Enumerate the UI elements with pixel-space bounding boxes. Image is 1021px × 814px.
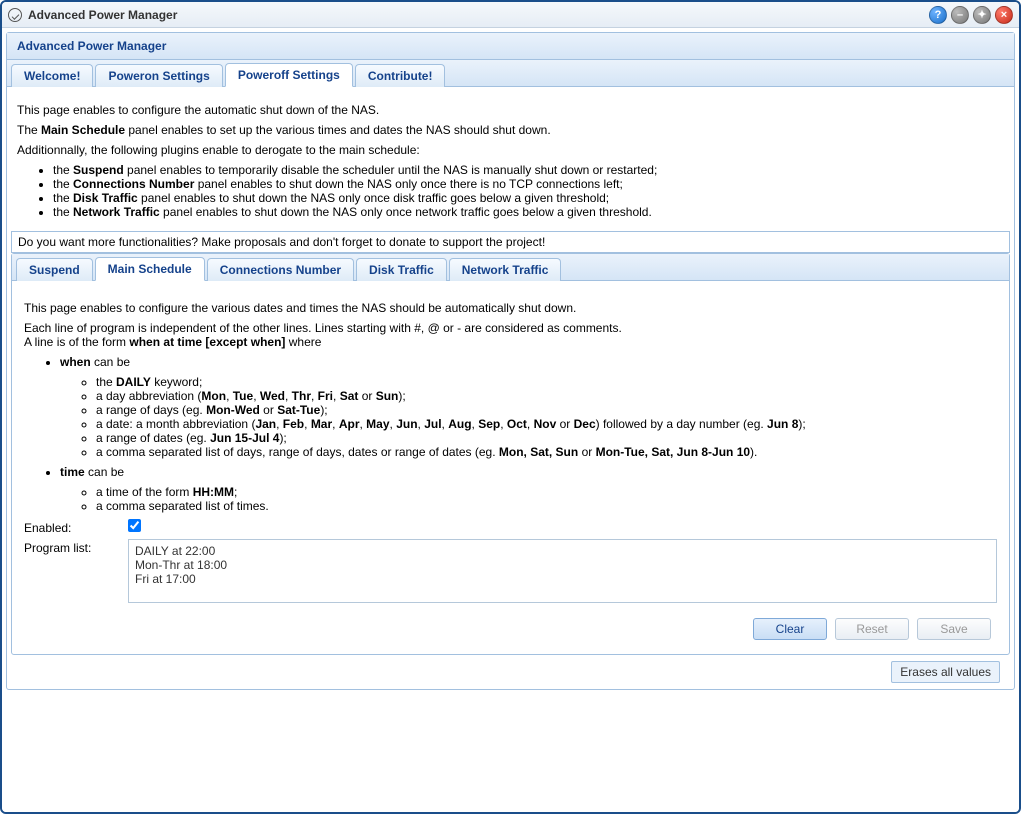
tab-welcome[interactable]: Welcome!: [11, 64, 93, 87]
intro-section: This page enables to configure the autom…: [7, 87, 1014, 231]
plugin-suspend: the Suspend panel enables to temporarily…: [53, 163, 1004, 177]
help-icon[interactable]: ?: [929, 6, 947, 24]
sub-tabstrip: Suspend Main Schedule Connections Number…: [12, 254, 1009, 281]
intro-p3: Additionnally, the following plugins ena…: [17, 143, 1004, 157]
enabled-checkbox[interactable]: [128, 519, 141, 532]
subtab-connections-number[interactable]: Connections Number: [207, 258, 354, 281]
sub-panel: Suspend Main Schedule Connections Number…: [11, 253, 1010, 655]
when-item: when can be the DAILY keyword; a day abb…: [60, 355, 997, 459]
tab-poweron-settings[interactable]: Poweron Settings: [95, 64, 222, 87]
close-icon[interactable]: ×: [995, 6, 1013, 24]
subtab-disk-traffic[interactable]: Disk Traffic: [356, 258, 447, 281]
intro-p2: The Main Schedule panel enables to set u…: [17, 123, 1004, 137]
syntax-list: when can be the DAILY keyword; a day abb…: [24, 355, 997, 513]
tab-contribute[interactable]: Contribute!: [355, 64, 446, 87]
maximize-icon[interactable]: ✦: [973, 6, 991, 24]
plugin-connections: the Connections Number panel enables to …: [53, 177, 1004, 191]
reset-button[interactable]: Reset: [835, 618, 909, 640]
subtab-suspend[interactable]: Suspend: [16, 258, 93, 281]
window-controls: ? – ✦ ×: [929, 6, 1013, 24]
time-item: time can be a time of the form HH:MM; a …: [60, 465, 997, 513]
schedule-p2: Each line of program is independent of t…: [24, 321, 997, 349]
subpanel-wrap: Suspend Main Schedule Connections Number…: [7, 253, 1014, 689]
tooltip: Erases all values: [891, 661, 1000, 683]
donate-bar: Do you want more functionalities? Make p…: [11, 231, 1010, 253]
minimize-icon[interactable]: –: [951, 6, 969, 24]
tooltip-area: Erases all values: [11, 655, 1010, 683]
main-panel: Advanced Power Manager Welcome! Poweron …: [6, 32, 1015, 690]
enabled-row: Enabled:: [24, 519, 997, 535]
app-window: Advanced Power Manager ? – ✦ × Advanced …: [0, 0, 1021, 814]
button-row: Clear Reset Save: [24, 610, 997, 646]
schedule-section: This page enables to configure the vario…: [12, 281, 1009, 654]
subtab-network-traffic[interactable]: Network Traffic: [449, 258, 562, 281]
tab-poweroff-settings[interactable]: Poweroff Settings: [225, 63, 353, 87]
intro-p1: This page enables to configure the autom…: [17, 103, 1004, 117]
app-icon: [8, 8, 22, 22]
program-row: Program list:: [24, 539, 997, 606]
plugin-network: the Network Traffic panel enables to shu…: [53, 205, 1004, 219]
panel-header: Advanced Power Manager: [7, 33, 1014, 60]
plugin-disk: the Disk Traffic panel enables to shut d…: [53, 191, 1004, 205]
window-title: Advanced Power Manager: [28, 8, 929, 22]
clear-button[interactable]: Clear: [753, 618, 827, 640]
program-label: Program list:: [24, 539, 128, 555]
titlebar: Advanced Power Manager ? – ✦ ×: [2, 2, 1019, 28]
subtab-main-schedule[interactable]: Main Schedule: [95, 257, 205, 281]
plugin-list: the Suspend panel enables to temporarily…: [17, 163, 1004, 219]
save-button[interactable]: Save: [917, 618, 991, 640]
enabled-label: Enabled:: [24, 519, 128, 535]
window-body: Advanced Power Manager Welcome! Poweron …: [2, 28, 1019, 812]
program-textarea[interactable]: [128, 539, 997, 603]
schedule-p1: This page enables to configure the vario…: [24, 301, 997, 315]
main-tabstrip: Welcome! Poweron Settings Poweroff Setti…: [7, 60, 1014, 87]
